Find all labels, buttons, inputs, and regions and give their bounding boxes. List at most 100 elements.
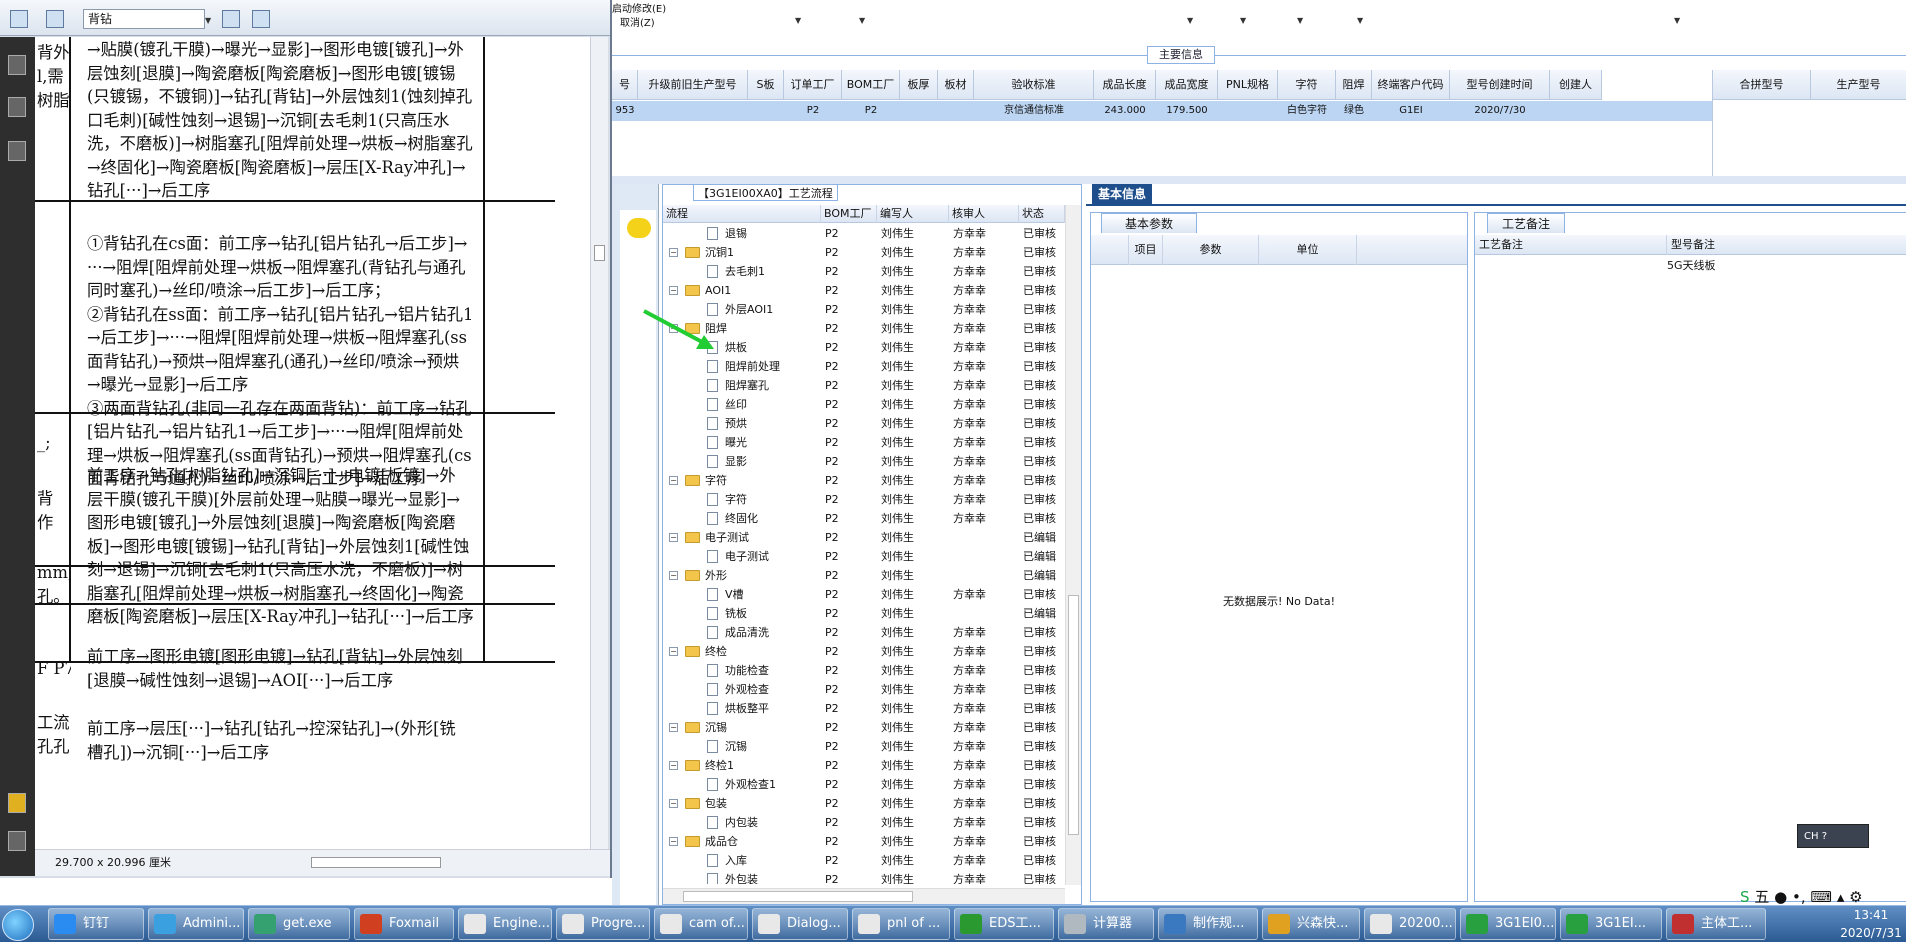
master-cell[interactable]: 白色字符 — [1278, 101, 1336, 121]
master-cell[interactable]: G1EI — [1372, 101, 1450, 121]
collapse-toggle-icon[interactable]: − — [669, 248, 678, 257]
collapse-toggle-icon[interactable]: − — [669, 799, 678, 808]
tree-folder-row[interactable]: − 外形 P2 刘伟生 已编辑 — [663, 566, 1065, 585]
master-cell[interactable]: 179.500 — [1156, 101, 1218, 121]
chevron-down-icon[interactable]: ▼ — [1297, 16, 1303, 25]
save-icon[interactable] — [10, 10, 28, 28]
ime-toolbar[interactable]: CH ? — [1797, 824, 1869, 848]
master-col-header[interactable]: S板 — [748, 70, 784, 100]
merge-col-header[interactable]: 合拼型号 — [1713, 70, 1811, 100]
tree-folder-row[interactable]: − 沉锡 P2 刘伟生 方幸幸 已审核 — [663, 718, 1065, 737]
master-col-header[interactable]: PNL规格 — [1218, 70, 1278, 100]
taskbar-app-button[interactable]: Engine... — [458, 908, 552, 940]
chevron-down-icon[interactable]: ▼ — [795, 16, 801, 25]
tree-item-row[interactable]: 电子测试 P2 刘伟生 已编辑 — [663, 547, 1065, 566]
master-col-header[interactable]: 阻焊 — [1336, 70, 1372, 100]
ime-mode-icon[interactable]: 五 — [1754, 888, 1769, 906]
tree-item-row[interactable]: 外观检查1 P2 刘伟生 方幸幸 已审核 — [663, 775, 1065, 794]
taskbar-app-button[interactable]: 兴森快... — [1262, 908, 1360, 940]
tree-item-row[interactable]: 烘板整平 P2 刘伟生 方幸幸 已审核 — [663, 699, 1065, 718]
master-col-header[interactable]: 终端客户代码 — [1372, 70, 1450, 100]
master-cell[interactable]: 京信通信标准 — [974, 101, 1094, 121]
chevron-down-icon[interactable]: ▼ — [1674, 16, 1680, 25]
ime-lang[interactable]: CH — [1804, 831, 1819, 842]
tree-item-row[interactable]: 显影 P2 刘伟生 方幸幸 已审核 — [663, 452, 1065, 471]
master-cell[interactable] — [1550, 101, 1602, 121]
master-cell[interactable]: P2 — [784, 101, 842, 121]
master-cell[interactable]: 243.000 — [1094, 101, 1156, 121]
master-cell[interactable] — [1218, 101, 1278, 121]
tree-item-row[interactable]: 成品清洗 P2 刘伟生 方幸幸 已审核 — [663, 623, 1065, 642]
taskbar-app-button[interactable]: 制作规... — [1158, 908, 1258, 940]
production-col-header[interactable]: 生产型号 — [1811, 70, 1906, 100]
help-icon[interactable]: ? — [1822, 831, 1827, 842]
tree-item-row[interactable]: 终固化 P2 刘伟生 方幸幸 已审核 — [663, 509, 1065, 528]
col-writer[interactable]: 编写人 — [877, 205, 949, 223]
tree-item-row[interactable]: 铣板 P2 刘伟生 已编辑 — [663, 604, 1065, 623]
user-icon[interactable]: ▴ — [1837, 888, 1845, 906]
master-cell[interactable] — [638, 101, 748, 121]
sogou-icon[interactable]: S — [1740, 888, 1750, 906]
clock[interactable]: 13:41 2020/7/31 — [1836, 906, 1906, 942]
start-button[interactable] — [0, 907, 40, 941]
col-unit[interactable]: 单位 — [1259, 235, 1357, 265]
tree-folder-row[interactable]: − 终检 P2 刘伟生 方幸幸 已审核 — [663, 642, 1065, 661]
col-param[interactable]: 参数 — [1163, 235, 1259, 265]
tree-item-row[interactable]: 外包装 P2 刘伟生 方幸幸 已审核 — [663, 870, 1065, 884]
tree-folder-row[interactable]: − 终检1 P2 刘伟生 方幸幸 已审核 — [663, 756, 1065, 775]
master-col-header[interactable]: 板材 — [938, 70, 974, 100]
collapse-toggle-icon[interactable]: − — [669, 571, 678, 580]
punctuation-icon[interactable]: •, — [1792, 888, 1806, 906]
taskbar-app-button[interactable]: 计算器 — [1058, 908, 1154, 940]
collapse-toggle-icon[interactable]: − — [669, 837, 678, 846]
taskbar-app-button[interactable]: Progre... — [556, 908, 650, 940]
pages-icon[interactable] — [8, 55, 26, 75]
scroll-thumb[interactable] — [683, 891, 913, 902]
col-model-remark[interactable]: 型号备注 — [1667, 235, 1906, 255]
collapse-toggle-icon[interactable]: − — [669, 476, 678, 485]
master-cell[interactable] — [900, 101, 938, 121]
find-next-icon[interactable] — [252, 10, 270, 28]
ime-tray-icons[interactable]: S 五 ● •, ⌨ ▴ ⚙ — [1740, 886, 1906, 906]
scroll-thumb[interactable] — [1068, 595, 1079, 835]
tree-item-row[interactable]: 功能检查 P2 刘伟生 方幸幸 已审核 — [663, 661, 1065, 680]
tree-item-row[interactable]: 退锡 P2 刘伟生 方幸幸 已审核 — [663, 224, 1065, 243]
master-col-header[interactable]: 成品宽度 — [1156, 70, 1218, 100]
master-cell[interactable]: 2020/7/30 — [1450, 101, 1550, 121]
master-row-selected[interactable]: 953 P2 P2 京信通信标准 243.000 179.500 白色字符 绿色 G1EI 202… — [612, 101, 1712, 121]
master-col-header[interactable]: 验收标准 — [974, 70, 1094, 100]
comment-icon[interactable] — [8, 793, 26, 813]
taskbar-app-button[interactable]: EDS工... — [954, 908, 1054, 940]
tree-item-row[interactable]: 阻焊前处理 P2 刘伟生 方幸幸 已审核 — [663, 357, 1065, 376]
tab-process-remark[interactable]: 工艺备注 — [1487, 213, 1565, 233]
tree-item-row[interactable]: 丝印 P2 刘伟生 方幸幸 已审核 — [663, 395, 1065, 414]
taskbar-app-button[interactable]: Foxmail — [354, 908, 454, 940]
taskbar-app-button[interactable]: cam of... — [654, 908, 748, 940]
scroll-thumb[interactable] — [311, 857, 441, 868]
bookmarks-icon[interactable] — [8, 97, 26, 117]
tree-horizontal-scrollbar[interactable] — [663, 888, 1065, 904]
master-col-header[interactable]: 订单工厂 — [784, 70, 842, 100]
pdf-search-input[interactable]: 背钻 — [83, 9, 205, 29]
chevron-down-icon[interactable]: ▼ — [1240, 16, 1246, 25]
tree-folder-row[interactable]: −阻焊P2刘伟生方幸幸已审核 — [663, 319, 1065, 338]
tree-folder-row[interactable]: − 电子测试 P2 刘伟生 已编辑 — [663, 528, 1065, 547]
tree-item-row[interactable]: 阻焊塞孔 P2 刘伟生 方幸幸 已审核 — [663, 376, 1065, 395]
master-cell[interactable] — [748, 101, 784, 121]
tree-item-row[interactable]: V槽 P2 刘伟生 方幸幸 已审核 — [663, 585, 1065, 604]
taskbar-app-button[interactable]: 20200... — [1364, 908, 1456, 940]
pdf-vertical-scrollbar[interactable] — [590, 37, 608, 849]
col-status[interactable]: 状态 — [1019, 205, 1065, 223]
taskbar-app-button[interactable]: pnl of ... — [852, 908, 950, 940]
col-bom-factory[interactable]: BOM工厂 — [821, 205, 877, 223]
start-orb-icon[interactable] — [2, 909, 34, 941]
attachment-icon[interactable] — [8, 831, 26, 851]
tree-item-row[interactable]: 外观检查 P2 刘伟生 方幸幸 已审核 — [663, 680, 1065, 699]
taskbar-app-button[interactable]: get.exe — [248, 908, 350, 940]
splitter-bar[interactable] — [612, 176, 1906, 184]
tree-folder-row[interactable]: − 沉铜1 P2 刘伟生 方幸幸 已审核 — [663, 243, 1065, 262]
params-corner[interactable] — [1091, 235, 1129, 265]
model-remark-value[interactable]: 5G天线板 — [1667, 257, 1716, 273]
collapse-toggle-icon[interactable]: − — [669, 286, 678, 295]
master-col-header[interactable]: 板厚 — [900, 70, 938, 100]
